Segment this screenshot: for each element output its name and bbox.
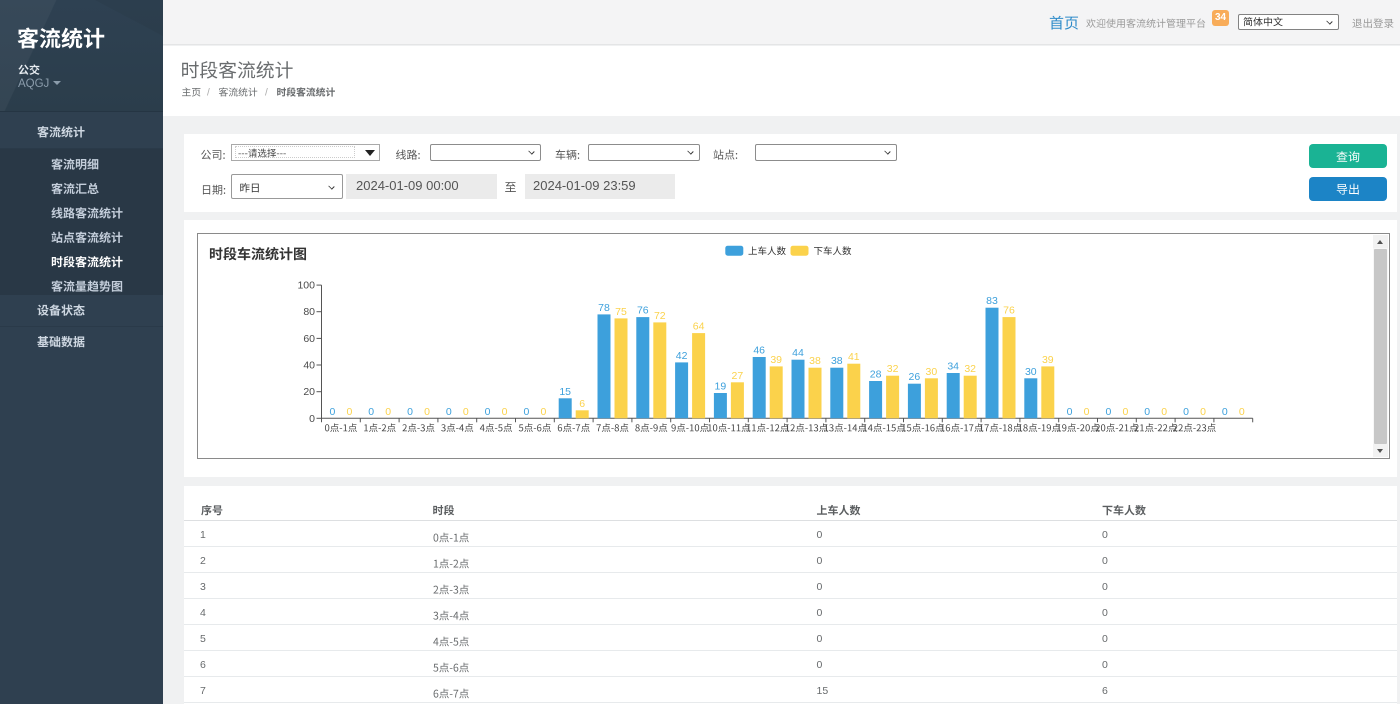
svg-text:0: 0 [1122, 406, 1128, 418]
svg-text:38: 38 [831, 355, 843, 367]
svg-text:0: 0 [329, 406, 335, 418]
svg-text:30: 30 [926, 366, 938, 378]
svg-text:0: 0 [1161, 406, 1167, 418]
svg-text:76: 76 [1003, 305, 1015, 317]
svg-text:19: 19 [715, 381, 727, 393]
svg-text:0: 0 [1105, 406, 1111, 418]
svg-text:0: 0 [463, 406, 469, 418]
svg-text:0: 0 [1084, 406, 1090, 418]
svg-text:32: 32 [964, 363, 976, 375]
svg-text:0: 0 [1222, 406, 1228, 418]
svg-text:27: 27 [732, 370, 744, 382]
svg-text:78: 78 [598, 302, 610, 314]
svg-text:32: 32 [887, 363, 899, 375]
svg-text:60: 60 [303, 333, 315, 345]
svg-text:30: 30 [1025, 366, 1037, 378]
svg-text:15: 15 [559, 386, 571, 398]
svg-text:83: 83 [986, 295, 998, 307]
svg-text:28: 28 [870, 369, 882, 381]
svg-text:0: 0 [1144, 406, 1150, 418]
svg-text:20: 20 [303, 386, 315, 398]
svg-text:46: 46 [753, 345, 765, 357]
svg-text:0: 0 [1239, 406, 1245, 418]
svg-text:34: 34 [947, 361, 959, 373]
svg-text:100: 100 [297, 280, 315, 292]
svg-text:44: 44 [792, 347, 804, 359]
svg-text:75: 75 [615, 306, 627, 318]
svg-text:40: 40 [303, 360, 315, 372]
svg-text:0: 0 [368, 406, 374, 418]
svg-text:41: 41 [848, 351, 860, 363]
svg-text:39: 39 [1042, 354, 1054, 366]
svg-text:42: 42 [676, 350, 688, 362]
svg-text:80: 80 [303, 306, 315, 318]
svg-text:0: 0 [1200, 406, 1206, 418]
svg-text:26: 26 [909, 371, 921, 383]
svg-text:0: 0 [1067, 406, 1073, 418]
svg-text:76: 76 [637, 305, 649, 317]
svg-text:0: 0 [523, 406, 529, 418]
svg-text:0: 0 [346, 406, 352, 418]
svg-text:6: 6 [579, 398, 585, 410]
svg-text:0: 0 [1183, 406, 1189, 418]
svg-text:0: 0 [485, 406, 491, 418]
svg-text:0: 0 [540, 406, 546, 418]
svg-text:72: 72 [654, 310, 666, 322]
svg-text:0: 0 [446, 406, 452, 418]
svg-text:0: 0 [424, 406, 430, 418]
svg-text:0: 0 [502, 406, 508, 418]
svg-text:0: 0 [309, 413, 315, 425]
svg-text:39: 39 [770, 354, 782, 366]
svg-text:64: 64 [693, 321, 705, 333]
svg-text:0: 0 [385, 406, 391, 418]
svg-text:38: 38 [809, 355, 821, 367]
svg-text:0: 0 [407, 406, 413, 418]
